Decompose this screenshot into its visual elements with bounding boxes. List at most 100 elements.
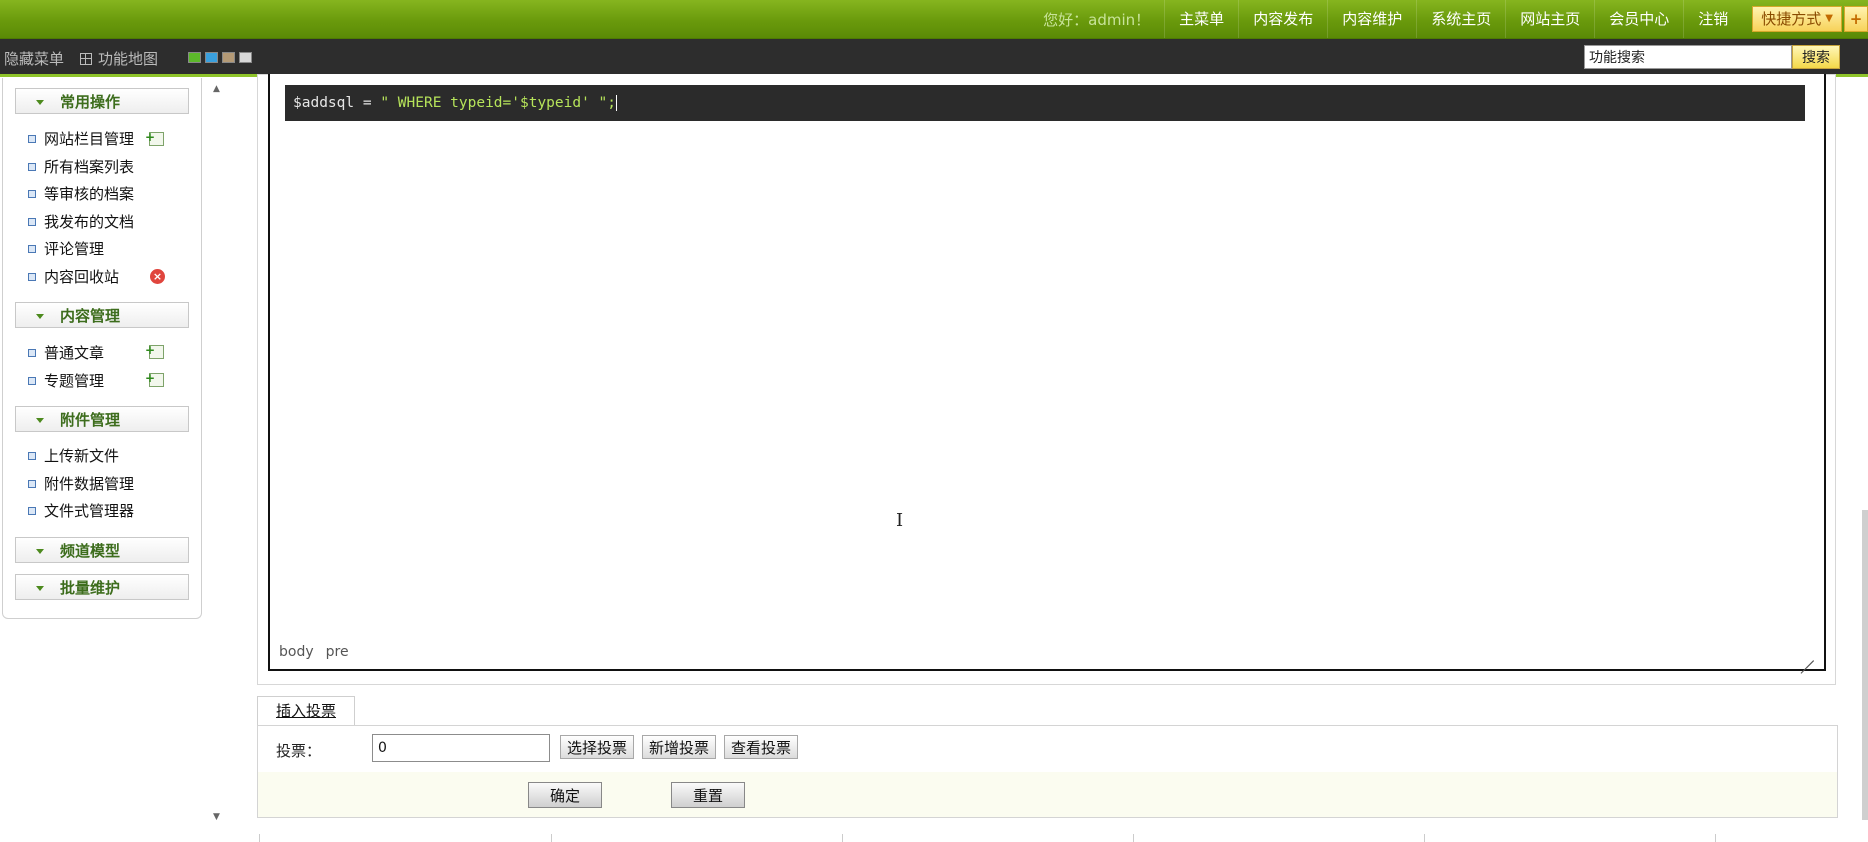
reset-button[interactable]: 重置	[671, 782, 745, 808]
quick-access-button[interactable]: 快捷方式 ▼	[1752, 6, 1842, 32]
sidebar-group-batch[interactable]: 批量维护	[15, 574, 189, 600]
item-label: 评论管理	[44, 239, 105, 258]
nav-content-publish[interactable]: 内容发布	[1238, 0, 1327, 38]
top-bar: 您好：admin！ 主菜单 内容发布 内容维护 系统主页 网站主页 会员中心 注…	[0, 0, 1868, 39]
view-vote-button[interactable]: 查看投票	[724, 735, 798, 759]
theme-swatch-blue[interactable]	[205, 52, 218, 63]
sidebar-group-attachments[interactable]: 附件管理	[15, 406, 189, 432]
item-label: 专题管理	[44, 371, 105, 390]
resize-handle-icon[interactable]	[1800, 647, 1814, 661]
search-input[interactable]	[1584, 45, 1792, 69]
code-variable: $addsql =	[293, 95, 381, 111]
triangle-down-icon	[36, 418, 44, 423]
caret	[616, 95, 618, 111]
sidebar-item-my-docs[interactable]: 我发布的文档	[28, 210, 134, 232]
submit-button[interactable]: 确定	[528, 782, 602, 808]
nav-logout[interactable]: 注销	[1683, 0, 1742, 38]
grid-icon	[80, 52, 92, 65]
sidebar-item-pending-archives[interactable]: 等审核的档案	[28, 182, 134, 204]
sidebar-group-channel-model[interactable]: 频道模型	[15, 537, 189, 563]
scroll-up-icon[interactable]: ▲	[213, 84, 220, 94]
sidebar-item-comments[interactable]: 评论管理	[28, 237, 104, 259]
bullet-icon	[28, 480, 36, 488]
path-pre[interactable]: pre	[326, 644, 349, 660]
sidebar-item-upload[interactable]: 上传新文件	[28, 444, 119, 466]
item-label: 文件式管理器	[44, 501, 135, 520]
triangle-down-icon	[36, 586, 44, 591]
add-icon[interactable]	[145, 344, 164, 359]
bullet-icon	[28, 163, 36, 171]
path-body[interactable]: body	[279, 644, 314, 660]
element-path: body pre	[279, 644, 349, 660]
sidebar-group-content[interactable]: 内容管理	[15, 302, 189, 328]
function-search: 搜索	[1584, 45, 1840, 69]
scroll-down-icon[interactable]: ▼	[213, 812, 220, 822]
group-title: 批量维护	[60, 579, 121, 597]
bullet-icon	[28, 190, 36, 198]
bottom-table-edge	[257, 830, 1837, 842]
clear-recycle-icon[interactable]: ×	[150, 269, 165, 284]
submit-row	[257, 772, 1838, 818]
triangle-down-icon	[36, 549, 44, 554]
group-title: 常用操作	[60, 93, 121, 111]
sidebar-item-recycle-bin[interactable]: 内容回收站	[28, 265, 119, 287]
sidebar-item-file-manager[interactable]: 文件式管理器	[28, 499, 134, 521]
sidebar-item-column-manage[interactable]: 网站栏目管理	[28, 127, 134, 149]
nav-main-menu[interactable]: 主菜单	[1164, 0, 1238, 38]
code-string: " WHERE typeid='$typeid' ";	[380, 95, 617, 111]
group-title: 频道模型	[60, 542, 121, 560]
sitemap-label: 功能地图	[98, 50, 159, 68]
group-title: 内容管理	[60, 307, 121, 325]
bullet-icon	[28, 273, 36, 281]
code-block[interactable]: $addsql = " WHERE typeid='$typeid' ";	[285, 85, 1805, 121]
theme-swatch-brown[interactable]	[222, 52, 235, 63]
vote-label: 投票：	[276, 742, 322, 760]
new-vote-button[interactable]: 新增投票	[642, 735, 716, 759]
greeting-text: 您好：admin！	[1043, 10, 1151, 29]
bullet-icon	[28, 507, 36, 515]
item-label: 等审核的档案	[44, 184, 135, 203]
sidebar-item-topics[interactable]: 专题管理	[28, 369, 104, 391]
nav-member-center[interactable]: 会员中心	[1594, 0, 1683, 38]
item-label: 普通文章	[44, 343, 105, 362]
page-scrollbar[interactable]	[1862, 510, 1868, 820]
item-label: 内容回收站	[44, 267, 120, 286]
vote-input[interactable]	[372, 734, 550, 762]
chevron-down-icon: ▼	[1825, 13, 1833, 24]
theme-swatches	[188, 52, 252, 63]
sitemap-link[interactable]: 功能地图	[80, 48, 158, 69]
add-shortcut-button[interactable]: +	[1844, 6, 1868, 32]
item-label: 上传新文件	[44, 446, 120, 465]
add-icon[interactable]	[145, 131, 164, 146]
nav-content-maintain[interactable]: 内容维护	[1327, 0, 1416, 38]
theme-swatch-green[interactable]	[188, 52, 201, 63]
group-title: 附件管理	[60, 411, 121, 429]
item-label: 所有档案列表	[44, 157, 135, 176]
triangle-down-icon	[36, 314, 44, 319]
bullet-icon	[28, 245, 36, 253]
search-button[interactable]: 搜索	[1792, 45, 1840, 69]
bullet-icon	[28, 349, 36, 357]
bullet-icon	[28, 377, 36, 385]
rich-text-editor[interactable]	[268, 74, 1826, 671]
item-label: 网站栏目管理	[44, 129, 135, 148]
select-vote-button[interactable]: 选择投票	[560, 735, 634, 759]
nav-site-home[interactable]: 网站主页	[1505, 0, 1594, 38]
text-cursor-icon: I	[896, 510, 904, 531]
sidebar-item-all-archives[interactable]: 所有档案列表	[28, 155, 134, 177]
top-nav: 您好：admin！ 主菜单 内容发布 内容维护 系统主页 网站主页 会员中心 注…	[1043, 0, 1868, 38]
item-label: 我发布的文档	[44, 212, 135, 231]
bullet-icon	[28, 135, 36, 143]
theme-swatch-gray[interactable]	[239, 52, 252, 63]
add-icon[interactable]	[145, 372, 164, 387]
quick-access-label: 快捷方式	[1761, 10, 1822, 28]
tab-insert-vote[interactable]: 插入投票	[257, 696, 355, 726]
item-label: 附件数据管理	[44, 474, 135, 493]
sidebar-item-attachment-data[interactable]: 附件数据管理	[28, 472, 134, 494]
sidebar-group-common[interactable]: 常用操作	[15, 88, 189, 114]
bullet-icon	[28, 452, 36, 460]
sidebar-item-articles[interactable]: 普通文章	[28, 341, 104, 363]
nav-system-home[interactable]: 系统主页	[1416, 0, 1505, 38]
bullet-icon	[28, 218, 36, 226]
hide-menu-link[interactable]: 隐藏菜单	[4, 48, 64, 69]
